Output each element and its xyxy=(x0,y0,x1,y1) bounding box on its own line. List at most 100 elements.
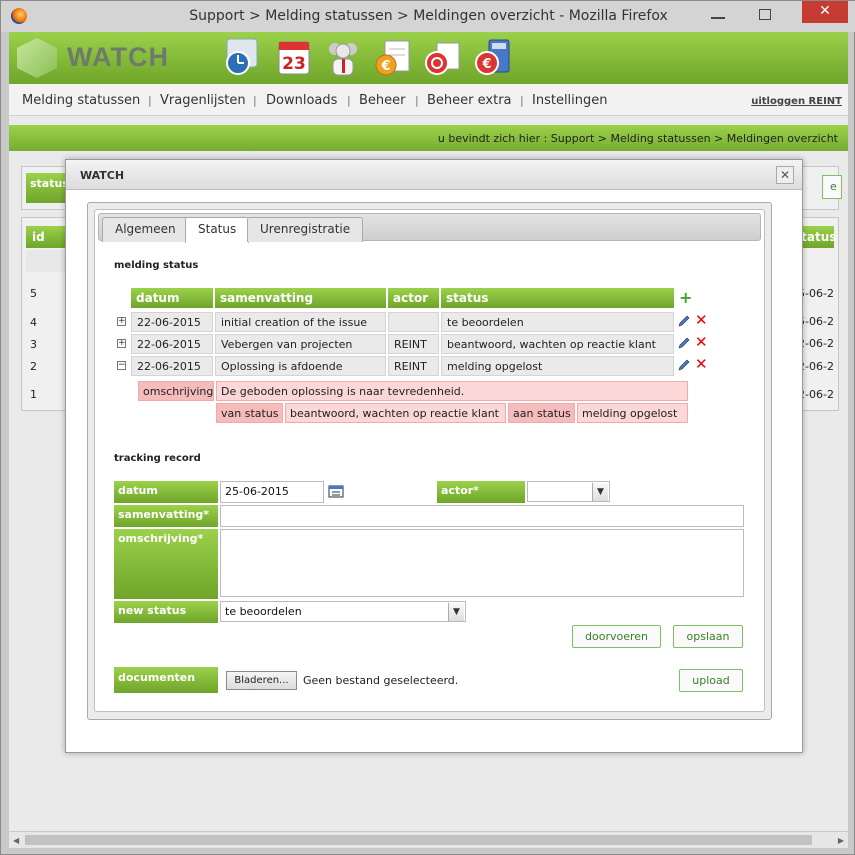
app-header: WATCH 23 € € xyxy=(9,32,848,84)
horizontal-scrollbar[interactable]: ◀ ▶ xyxy=(9,831,848,848)
edit-pencil-icon[interactable] xyxy=(677,358,691,372)
samenvatting-label: samenvatting* xyxy=(114,505,218,527)
scrollbar-thumb[interactable] xyxy=(25,835,812,845)
dialog-body: Algemeen Status Urenregistratie melding … xyxy=(94,209,765,712)
dialog-frame: Algemeen Status Urenregistratie melding … xyxy=(87,202,772,720)
detail-van-status-label: van status xyxy=(216,403,283,423)
window-title: Support > Melding statussen > Meldingen … xyxy=(189,8,668,24)
menu-downloads[interactable]: Downloads xyxy=(266,93,337,108)
users-icon[interactable] xyxy=(323,37,363,77)
row-id[interactable]: 4 xyxy=(30,316,37,329)
edit-pencil-icon[interactable] xyxy=(677,336,691,350)
col-samenvatting: samenvatting xyxy=(215,288,386,308)
cell-status: melding opgelost xyxy=(441,356,674,376)
main-menu: Melding statussen | Vragenlijsten | Down… xyxy=(9,84,848,116)
logo-text: WATCH xyxy=(67,42,169,72)
clock-icon[interactable] xyxy=(223,37,263,77)
close-icon[interactable]: ✕ xyxy=(776,166,794,184)
opslaan-button[interactable]: opslaan xyxy=(673,625,743,648)
datum-label: datum xyxy=(114,481,218,503)
detail-aan-status: melding opgelost xyxy=(577,403,688,423)
row-id[interactable]: 2 xyxy=(30,360,37,373)
logo-icon xyxy=(17,38,57,78)
delete-icon[interactable]: ✕ xyxy=(695,357,709,372)
row-id[interactable]: 1 xyxy=(30,388,37,401)
breadcrumb: u bevindt zich hier : Support > Melding … xyxy=(437,132,838,145)
melding-status-title: melding status xyxy=(114,260,199,271)
detail-omschrijving: De geboden oplossing is naar tevredenhei… xyxy=(216,381,688,401)
filter-button[interactable]: e xyxy=(822,175,842,199)
cell-actor: REINT xyxy=(388,334,439,354)
browser-window: Support > Melding statussen > Meldingen … xyxy=(0,0,855,855)
expand-icon[interactable]: + xyxy=(117,317,126,326)
breadcrumb-bar: u bevindt zich hier : Support > Melding … xyxy=(9,125,848,151)
upload-button[interactable]: upload xyxy=(679,669,743,692)
watch-dialog: WATCH ✕ Algemeen Status Urenregistratie … xyxy=(65,159,803,753)
menu-beheer[interactable]: Beheer xyxy=(359,93,406,108)
cell-status: te beoordelen xyxy=(441,312,674,332)
documenten-label: documenten xyxy=(114,667,218,693)
menu-instellingen[interactable]: Instellingen xyxy=(532,93,608,108)
chevron-down-icon: ▼ xyxy=(592,483,608,501)
minimize-button[interactable] xyxy=(711,17,725,19)
svg-text:€: € xyxy=(481,57,491,72)
detail-aan-status-label: aan status xyxy=(508,403,575,423)
payment-icon[interactable] xyxy=(423,37,463,77)
new-status-select[interactable]: te beoordelen ▼ xyxy=(220,601,466,622)
browse-button[interactable]: Bladeren... xyxy=(226,671,297,690)
calendar-picker-icon[interactable] xyxy=(328,484,344,498)
status-filter-label: status xyxy=(26,173,69,203)
col-actor: actor xyxy=(388,288,439,308)
calculator-icon[interactable]: € xyxy=(473,37,513,77)
expand-icon[interactable]: + xyxy=(117,339,126,348)
edit-pencil-icon[interactable] xyxy=(677,314,691,328)
detail-van-status: beantwoord, wachten op reactie klant xyxy=(285,403,506,423)
cell-samenvatting: Vebergen van projecten xyxy=(215,334,386,354)
close-window-button[interactable]: ✕ xyxy=(802,1,848,23)
col-datum: datum xyxy=(131,288,213,308)
add-status-icon[interactable]: + xyxy=(679,290,692,306)
tab-urenregistratie[interactable]: Urenregistratie xyxy=(247,217,364,242)
samenvatting-field[interactable] xyxy=(220,505,744,527)
invoice-icon[interactable]: € xyxy=(373,37,413,77)
tab-algemeen[interactable]: Algemeen xyxy=(102,217,189,242)
collapse-icon[interactable]: − xyxy=(117,361,126,370)
id-column-header: id xyxy=(26,226,66,248)
calendar-icon[interactable]: 23 xyxy=(275,37,315,77)
row-id[interactable]: 3 xyxy=(30,338,37,351)
tab-bar: Algemeen Status Urenregistratie xyxy=(98,213,761,243)
actor-select[interactable]: ▼ xyxy=(527,481,610,502)
new-status-value: te beoordelen xyxy=(225,605,302,618)
cell-datum: 22-06-2015 xyxy=(131,356,213,376)
dialog-title: WATCH xyxy=(80,169,125,182)
menu-beheer-extra[interactable]: Beheer extra xyxy=(427,93,512,108)
tab-status[interactable]: Status xyxy=(185,217,250,243)
page-content: WATCH 23 € € Melding statussen | Vragenl… xyxy=(9,32,848,848)
detail-omschrijving-label: omschrijving xyxy=(138,381,214,401)
svg-text:€: € xyxy=(380,59,390,74)
cell-datum: 22-06-2015 xyxy=(131,312,213,332)
cell-samenvatting: initial creation of the issue xyxy=(215,312,386,332)
cell-actor xyxy=(388,312,439,332)
doorvoeren-button[interactable]: doorvoeren xyxy=(572,625,661,648)
cell-datum: 22-06-2015 xyxy=(131,334,213,354)
delete-icon[interactable]: ✕ xyxy=(695,335,709,350)
datum-field[interactable]: 25-06-2015 xyxy=(220,481,324,503)
logout-link[interactable]: uitloggen REINT xyxy=(751,96,842,107)
chevron-down-icon: ▼ xyxy=(448,603,464,621)
cell-samenvatting: Oplossing is afdoende xyxy=(215,356,386,376)
maximize-button[interactable] xyxy=(759,9,771,20)
menu-melding-statussen[interactable]: Melding statussen xyxy=(22,93,140,108)
calendar-day: 23 xyxy=(282,54,306,74)
title-bar: Support > Melding statussen > Meldingen … xyxy=(1,1,855,32)
delete-icon[interactable]: ✕ xyxy=(695,313,709,328)
cell-status: beantwoord, wachten op reactie klant xyxy=(441,334,674,354)
omschrijving-textarea[interactable] xyxy=(220,529,744,597)
dialog-header: WATCH ✕ xyxy=(66,160,802,190)
row-id[interactable]: 5 xyxy=(30,287,37,300)
scroll-left-icon[interactable]: ◀ xyxy=(13,836,19,845)
menu-vragenlijsten[interactable]: Vragenlijsten xyxy=(160,93,246,108)
cell-actor: REINT xyxy=(388,356,439,376)
omschrijving-label: omschrijving* xyxy=(114,529,218,599)
scroll-right-icon[interactable]: ▶ xyxy=(838,836,844,845)
